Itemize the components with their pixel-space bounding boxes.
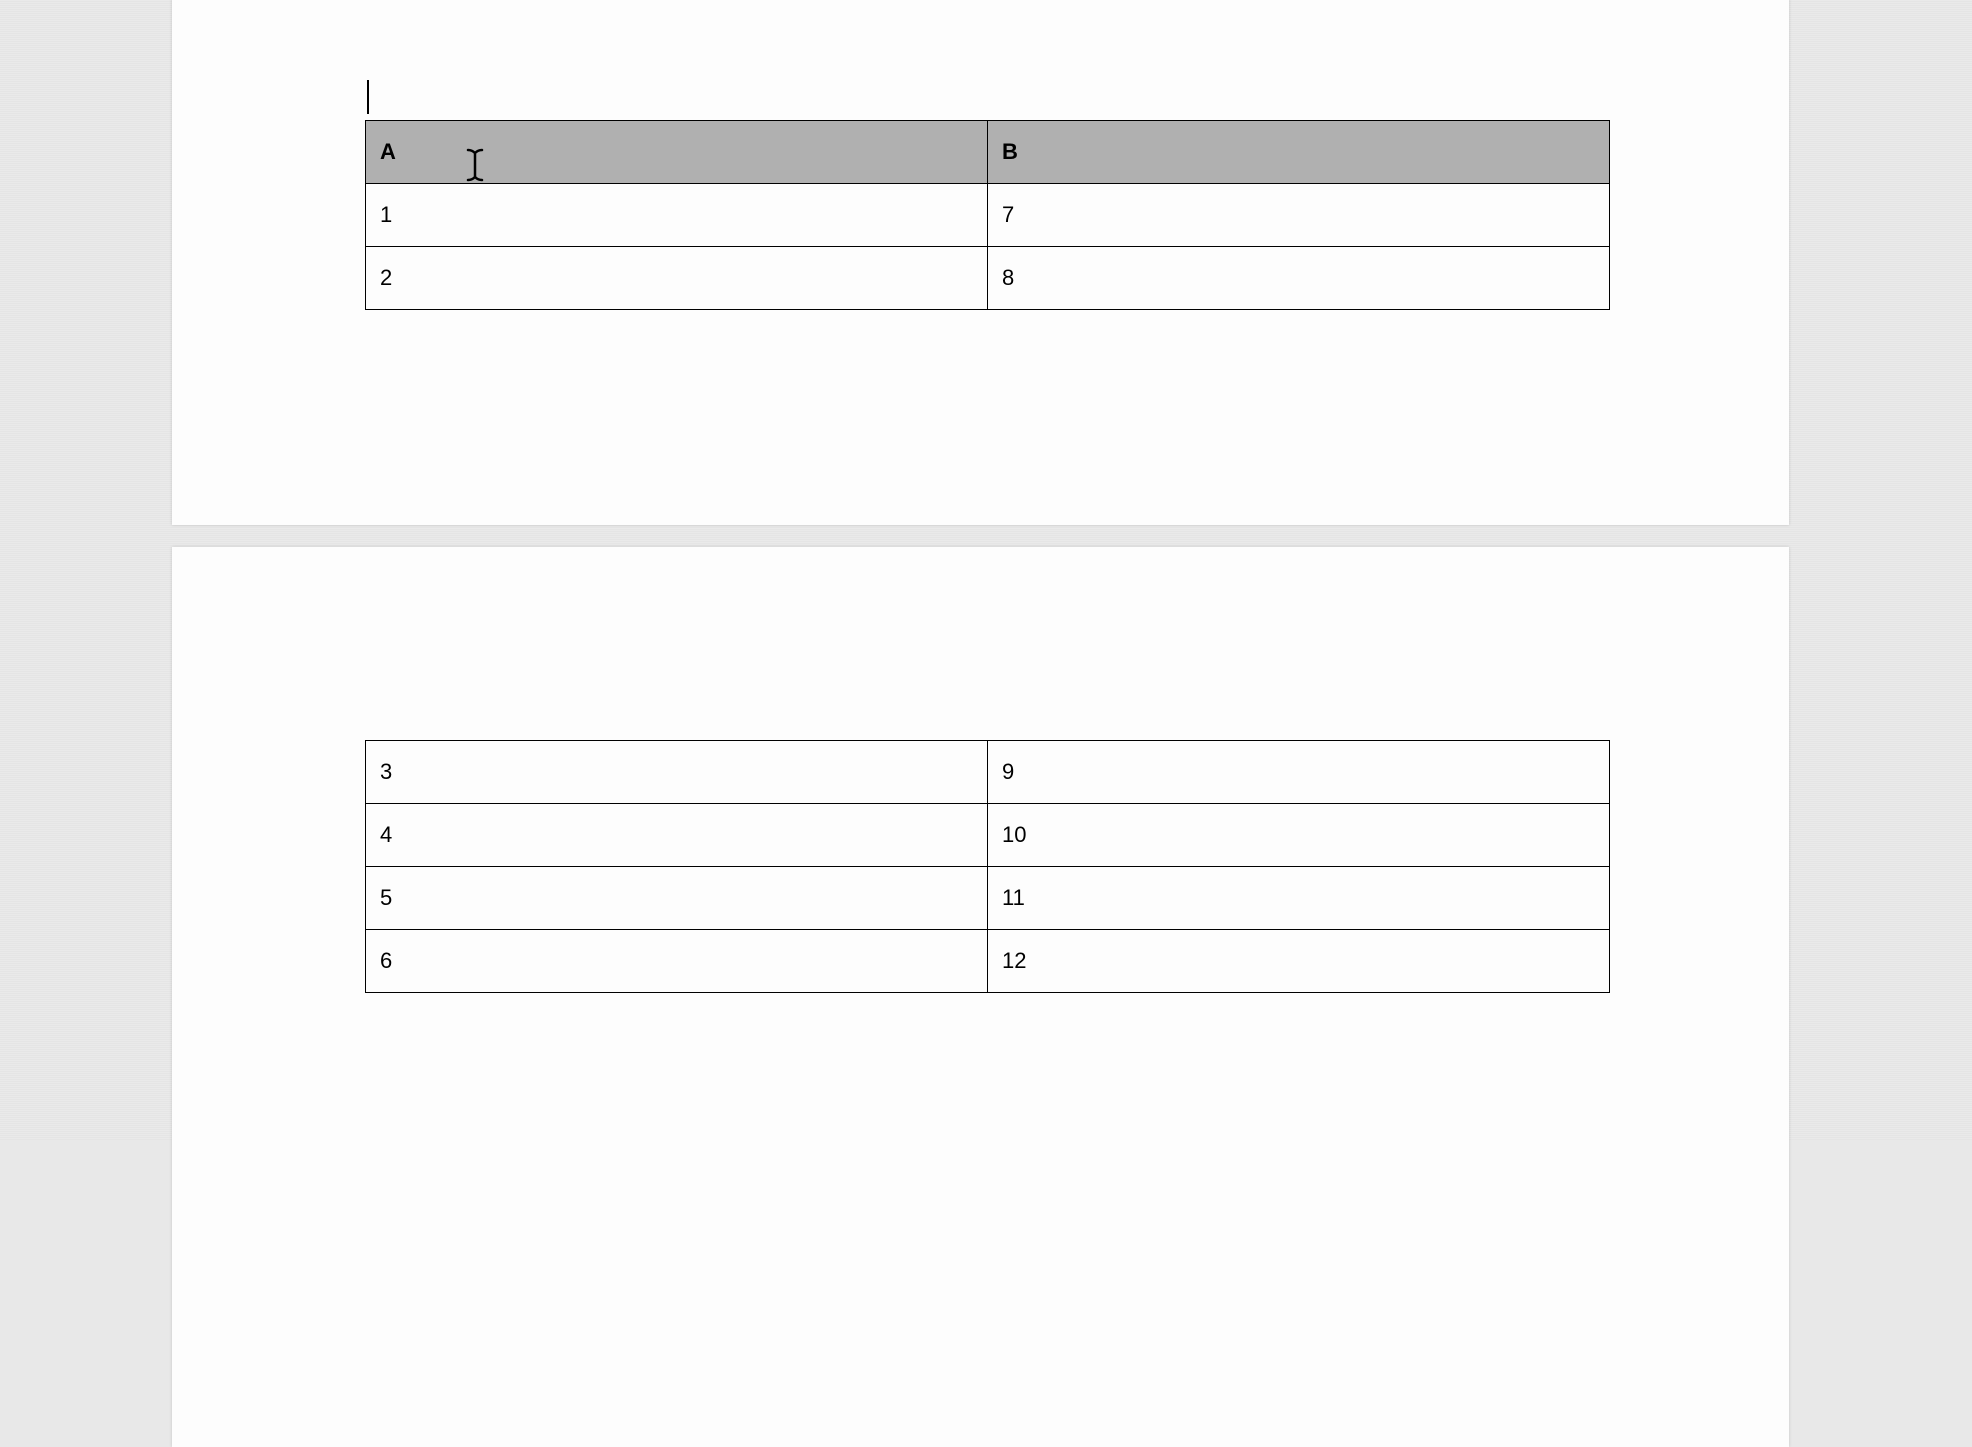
table-cell[interactable]: 3: [366, 741, 988, 804]
table-cell[interactable]: 10: [988, 804, 1610, 867]
data-table-1[interactable]: A B 1 7 2 8: [365, 120, 1610, 310]
document-page-2[interactable]: [172, 547, 1789, 1447]
table-row[interactable]: 2 8: [366, 247, 1610, 310]
table-cell[interactable]: 7: [988, 184, 1610, 247]
table-row[interactable]: 3 9: [366, 741, 1610, 804]
table-row[interactable]: 6 12: [366, 930, 1610, 993]
text-insertion-cursor: [367, 80, 369, 114]
table-cell[interactable]: 5: [366, 867, 988, 930]
document-viewport: A B 1 7 2 8 3 9 4 10: [0, 0, 1972, 1140]
table-row[interactable]: 4 10: [366, 804, 1610, 867]
table-cell[interactable]: 12: [988, 930, 1610, 993]
table-header-row[interactable]: A B: [366, 121, 1610, 184]
table-cell[interactable]: 8: [988, 247, 1610, 310]
data-table-2[interactable]: 3 9 4 10 5 11 6 12: [365, 740, 1610, 993]
table-cell[interactable]: 1: [366, 184, 988, 247]
table-cell[interactable]: 4: [366, 804, 988, 867]
table-cell[interactable]: 9: [988, 741, 1610, 804]
table-cell[interactable]: 6: [366, 930, 988, 993]
table-cell[interactable]: 11: [988, 867, 1610, 930]
table-row[interactable]: 1 7: [366, 184, 1610, 247]
table-header-cell[interactable]: A: [366, 121, 988, 184]
table-header-cell[interactable]: B: [988, 121, 1610, 184]
table-cell[interactable]: 2: [366, 247, 988, 310]
table-row[interactable]: 5 11: [366, 867, 1610, 930]
